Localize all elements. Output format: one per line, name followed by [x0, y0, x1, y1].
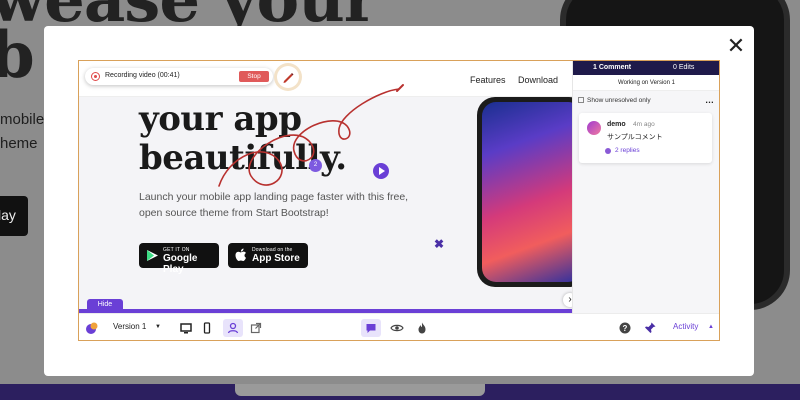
phone-mockup: [477, 97, 572, 287]
avatar: [587, 121, 601, 135]
close-x-icon: ✖: [434, 237, 445, 251]
svg-text:?: ?: [623, 324, 628, 333]
comment-author: demo: [607, 121, 626, 128]
bottom-toolbar: Version 1 ▼ ? Activity ▲: [79, 313, 719, 340]
comment-pin[interactable]: 2: [309, 159, 322, 172]
phone-screen: [482, 102, 572, 282]
chevron-right-icon[interactable]: ›: [563, 293, 572, 307]
comment-body: サンプルコメント: [607, 134, 663, 141]
tab-comments[interactable]: 1 Comment: [593, 64, 631, 71]
comments-panel: 1 Comment 0 Edits Working on Version 1 S…: [572, 61, 719, 313]
comment-icon[interactable]: [364, 321, 378, 335]
reply-avatar-icon: [605, 148, 611, 154]
background-footer-tab: [235, 384, 485, 396]
hide-button[interactable]: Hide: [87, 299, 123, 311]
pin-icon[interactable]: [643, 321, 657, 335]
play-video-button[interactable]: [373, 163, 389, 179]
panel-tabs: 1 Comment 0 Edits: [573, 61, 719, 75]
logo-icon: [86, 322, 98, 334]
replies-link[interactable]: 2 replies: [615, 147, 640, 154]
fire-icon[interactable]: [415, 321, 429, 335]
review-frame: Features Download Recording video (00:41…: [78, 60, 720, 341]
eye-icon[interactable]: [390, 321, 404, 335]
show-unresolved-toggle[interactable]: Show unresolved only: [578, 97, 651, 104]
comment-time: 4m ago: [633, 121, 655, 128]
background-subtitle: mobile heme: [0, 111, 45, 152]
desktop-view-icon[interactable]: [179, 321, 193, 335]
site-preview[interactable]: Features Download Recording video (00:41…: [79, 61, 572, 313]
comment-card[interactable]: demo 4m ago サンプルコメント 2 replies: [579, 113, 712, 163]
tab-edits[interactable]: 0 Edits: [673, 64, 694, 71]
version-selector[interactable]: Version 1: [113, 322, 146, 331]
checkbox[interactable]: [578, 97, 584, 103]
chevron-up-icon[interactable]: ▲: [708, 324, 714, 330]
chevron-down-icon[interactable]: ▼: [155, 324, 161, 330]
help-icon[interactable]: ?: [618, 321, 632, 335]
mobile-view-icon[interactable]: [200, 321, 214, 335]
external-link-icon[interactable]: [249, 321, 263, 335]
more-options-icon[interactable]: …: [705, 95, 714, 105]
user-icon[interactable]: [226, 321, 240, 335]
working-version-label: Working on Version 1: [573, 75, 719, 91]
background-button: lay: [0, 196, 28, 236]
close-modal-button[interactable]: ✕: [726, 35, 746, 57]
activity-button[interactable]: Activity: [673, 322, 698, 331]
